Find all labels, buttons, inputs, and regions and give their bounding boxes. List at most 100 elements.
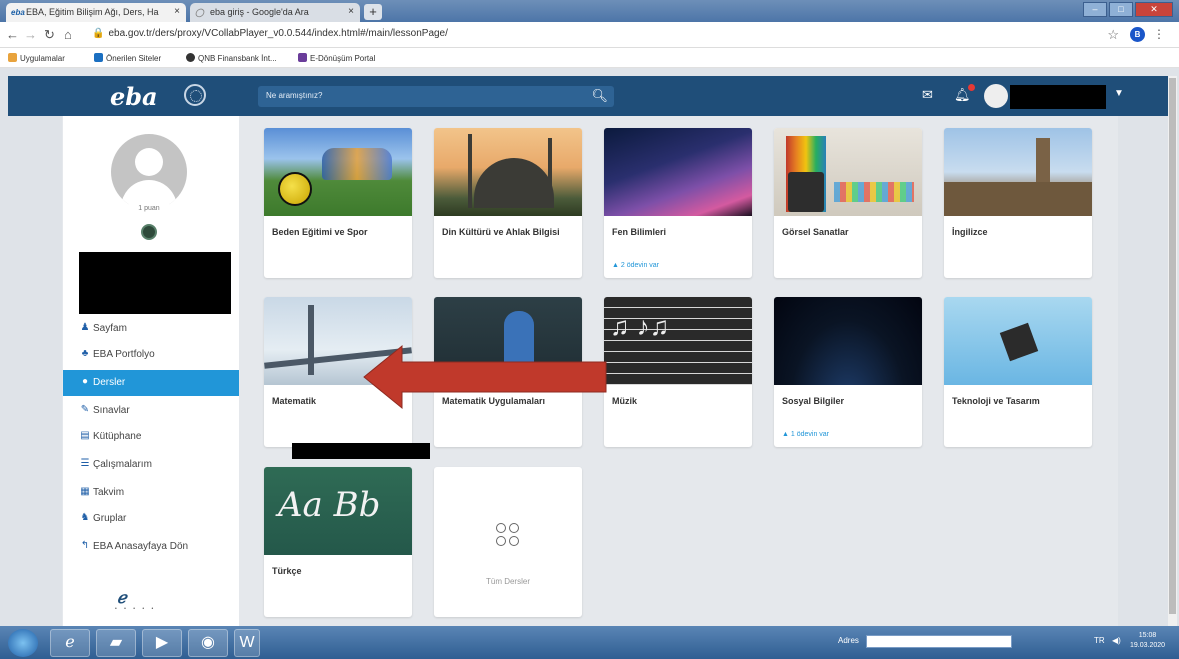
user-avatar[interactable] [984, 84, 1008, 108]
course-image [434, 128, 582, 216]
url-field[interactable]: 🔒 eba.gov.tr/ders/proxy/VCollabPlayer_v0.… [92, 28, 448, 39]
grid-dot [496, 523, 506, 533]
avatar-head [135, 148, 163, 176]
course-card-ingilizce[interactable]: İngilizce [944, 128, 1092, 278]
sidebar-item-dersler[interactable]: ● Dersler [63, 370, 239, 396]
browser-tab-bar: eba EBA, Eğitim Bilişim Ağı, Ders, Ha × … [0, 0, 1179, 22]
course-card-sosyal[interactable]: Sosyal Bilgiler ▲ 1 ödevin var [774, 297, 922, 447]
eba-favicon-icon: eba [11, 8, 25, 17]
menu-dots-icon[interactable]: ⋮ [1153, 27, 1165, 41]
sidebar-item-anasayfa[interactable]: ↰ EBA Anasayfaya Dön [63, 534, 239, 560]
tab-google[interactable]: ◯ eba giriş - Google'da Ara × [190, 3, 360, 22]
taskbar: ℯ ▰ ▶ ◉ W Adres TR ◀) 15:08 19.03.2020 [0, 626, 1179, 659]
new-tab-button[interactable]: + [364, 4, 382, 20]
homework-count[interactable]: ▲ 1 ödevin var [782, 431, 829, 438]
footer-logo-icon: ℯ [117, 590, 127, 607]
course-card-turkce[interactable]: Aa Bb Türkçe [264, 467, 412, 617]
groups-icon: ♞ [80, 512, 90, 523]
sidebar: 1 puan ♟ Sayfam ♣ EBA Portfolyo ● Dersler ✎… [63, 116, 239, 626]
grid-dot [496, 536, 506, 546]
qnb-icon [186, 53, 195, 62]
search-input[interactable]: Ne aramıştınız? 🔍︎ [258, 86, 614, 107]
media-player-icon[interactable]: ▶ [142, 629, 182, 657]
all-lessons-card[interactable]: Tüm Dersler [434, 467, 582, 617]
library-icon: ▤ [80, 430, 90, 441]
course-title: Türkçe [272, 566, 302, 576]
minimize-icon[interactable]: – [1083, 2, 1107, 17]
system-clock[interactable]: 15:08 19.03.2020 [1130, 631, 1165, 651]
window-controls: – □ ✕ [1083, 2, 1173, 17]
course-image: Aa Bb [264, 467, 412, 555]
tab-title: eba giriş - Google'da Ara [210, 7, 309, 17]
redaction-bar [292, 443, 430, 459]
points-badge: 1 puan [127, 202, 171, 216]
brush-cup-graphic [788, 172, 824, 212]
volume-icon[interactable]: ◀) [1112, 636, 1121, 645]
sidebar-item-gruplar[interactable]: ♞ Gruplar [63, 506, 239, 532]
course-card-teknoloji[interactable]: Teknoloji ve Tasarım [944, 297, 1092, 447]
list-icon: ☰ [80, 458, 90, 469]
homework-count[interactable]: ▲ 2 ödevin var [612, 262, 659, 269]
sidebar-item-label: EBA Anasayfaya Dön [93, 541, 189, 552]
course-card-muzik[interactable]: ♫ ♪♫ Müzik [604, 297, 752, 447]
homework-text: 1 ödevin var [790, 431, 830, 438]
bookmark-suggested[interactable]: Önerilen Siteler [94, 53, 161, 63]
profile-avatar[interactable]: B [1130, 27, 1145, 42]
bing-icon [94, 53, 103, 62]
grid-dot [509, 536, 519, 546]
chevron-down-icon[interactable]: ▼ [1114, 88, 1124, 99]
ie-icon[interactable]: ℯ [50, 629, 90, 657]
course-card-fen[interactable]: Fen Bilimleri ▲ 2 ödevin var [604, 128, 752, 278]
start-button[interactable] [8, 629, 38, 657]
tab-eba[interactable]: eba EBA, Eğitim Bilişim Ağı, Ders, Ha × [6, 3, 186, 22]
url-text: eba.gov.tr/ders/proxy/VCollabPlayer_v0.0… [108, 28, 448, 39]
all-lessons-label: Tüm Dersler [485, 577, 530, 586]
microchip-graphic [999, 322, 1039, 362]
eba-logo[interactable]: eba [110, 82, 158, 111]
profile-avatar-large[interactable] [111, 134, 187, 210]
language-indicator[interactable]: TR [1094, 636, 1105, 645]
bookmark-qnb[interactable]: QNB Finansbank İnt... [186, 53, 277, 63]
google-favicon-icon: ◯ [195, 8, 204, 17]
chrome-icon[interactable]: ◉ [188, 629, 228, 657]
course-card-beden[interactable]: Beden Eğitimi ve Spor [264, 128, 412, 278]
back-arrow-icon: ↰ [80, 540, 90, 551]
maximize-icon[interactable]: □ [1109, 2, 1133, 17]
course-card-gorsel[interactable]: Görsel Sanatlar [774, 128, 922, 278]
sidebar-item-sinavlar[interactable]: ✎ Sınavlar [63, 398, 239, 424]
bookmark-edonusum[interactable]: E-Dönüşüm Portal [298, 53, 375, 63]
bookmark-star-icon[interactable]: ☆ [1107, 27, 1119, 43]
course-image [774, 297, 922, 385]
course-image: ♫ ♪♫ [604, 297, 752, 385]
medal-icon [141, 224, 157, 240]
course-card-din[interactable]: Din Kültürü ve Ahlak Bilgisi [434, 128, 582, 278]
explorer-icon[interactable]: ▰ [96, 629, 136, 657]
sidebar-item-sayfam[interactable]: ♟ Sayfam [63, 316, 239, 342]
word-icon[interactable]: W [234, 629, 260, 657]
course-image [944, 297, 1092, 385]
sidebar-item-portfolio[interactable]: ♣ EBA Portfolyo [63, 342, 239, 368]
close-tab-icon[interactable]: × [174, 6, 180, 17]
forward-icon[interactable]: → [24, 27, 37, 42]
course-title: İngilizce [952, 227, 988, 237]
sidebar-item-kutuphane[interactable]: ▤ Kütüphane [63, 424, 239, 450]
annotation-arrow-icon [363, 344, 607, 410]
window-close-icon[interactable]: ✕ [1135, 2, 1173, 17]
close-tab-icon[interactable]: × [348, 6, 354, 17]
mail-icon[interactable]: ✉ [922, 87, 933, 103]
sidebar-item-takvim[interactable]: ▦ Takvim [63, 480, 239, 506]
homework-text: 2 ödevin var [620, 262, 660, 269]
back-icon[interactable]: ← [6, 27, 19, 42]
page-scrollbar[interactable] [1168, 76, 1177, 626]
course-image [774, 128, 922, 216]
search-icon[interactable]: 🔍︎ [591, 88, 608, 104]
reload-icon[interactable]: ↻ [44, 27, 55, 43]
address-input[interactable] [866, 635, 1012, 648]
sidebar-item-calismalarim[interactable]: ☰ Çalışmalarım [63, 452, 239, 478]
home-icon[interactable]: ⌂ [64, 27, 72, 42]
minaret-graphic [468, 134, 472, 208]
bookmark-apps[interactable]: Uygulamalar [8, 53, 65, 63]
scrollbar-thumb[interactable] [1169, 78, 1176, 614]
eba-header: eba Ne aramıştınız? 🔍︎ ✉ 🔔︎ ▼ [8, 76, 1168, 116]
sidebar-item-label: Sınavlar [93, 405, 130, 416]
